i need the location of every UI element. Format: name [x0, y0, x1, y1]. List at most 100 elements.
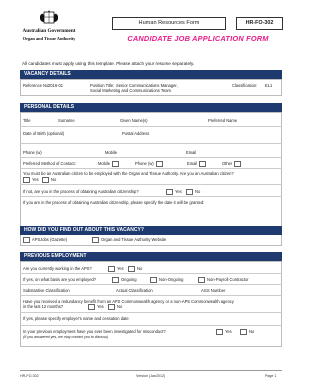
preferred-name-label[interactable]: Preferred Name [208, 118, 237, 123]
section-heading-employment: PREVIOUS EMPLOYMENT [20, 252, 282, 261]
option-label: Yes [175, 189, 182, 195]
citizen-question: You must be an Australian citizen to be … [23, 171, 234, 176]
divider [20, 196, 282, 197]
contact-option-other[interactable]: Other [222, 161, 242, 167]
contact-option-phone[interactable]: Phone (w) [135, 161, 163, 167]
actual-classification-label[interactable]: Actual Classification [116, 288, 153, 293]
misconduct-no[interactable]: No [240, 329, 254, 335]
checkbox[interactable] [166, 189, 173, 195]
checkbox[interactable] [112, 161, 120, 167]
org-line-1: Australian Government [22, 28, 76, 34]
option-ota-website[interactable]: Organ and Tissue Authority Website [92, 237, 166, 243]
misconduct-yes[interactable]: Yes [216, 329, 232, 335]
org-line-2: Organ and Tissue Authority [22, 36, 76, 41]
contact-method-label: Preferred Method of Contact: [23, 161, 76, 166]
process-yes[interactable]: Yes [166, 189, 182, 195]
given-names-label[interactable]: Given Name(s) [120, 118, 148, 123]
citizen-yes[interactable]: Yes [23, 177, 39, 183]
option-label: Ongoing [121, 277, 137, 283]
divider [20, 143, 282, 144]
divider [20, 325, 282, 326]
aps-no[interactable]: No [128, 266, 142, 272]
phone-w-label[interactable]: Phone (w) [23, 150, 42, 155]
option-label: Organ and Tissue Authority Website [101, 237, 167, 243]
redundancy-question-line-2: in the last 12 months? [23, 304, 64, 309]
form-code-box: HR-FO-302 [236, 17, 283, 30]
section-heading-personal: PERSONAL DETAILS [20, 103, 282, 112]
citizenship-date-question: If you are in the process of obtaining A… [23, 200, 205, 205]
checkbox[interactable] [108, 304, 115, 310]
email-label[interactable]: Email [186, 150, 196, 155]
basis-non-ongoing[interactable]: Non-Ongoing [150, 277, 183, 283]
contact-option-email[interactable]: Email [187, 161, 207, 167]
government-logo: Australian Government Organ and Tissue A… [14, 10, 84, 52]
checkbox[interactable] [92, 237, 99, 243]
redundancy-no[interactable]: No [108, 304, 122, 310]
checkbox[interactable] [186, 189, 193, 195]
option-label: Yes [225, 329, 232, 335]
checkbox[interactable] [199, 161, 207, 167]
option-label: Yes [97, 304, 104, 310]
basis-question: If yes, on what basis are you employed? [23, 277, 97, 282]
checkbox[interactable] [155, 161, 163, 167]
footer-form-code: HR-FO-302 [20, 374, 39, 378]
title-label[interactable]: Title [23, 118, 31, 123]
option-label: APSJobs (Gazette) [32, 237, 68, 243]
footer-version: Version (Jan2012) [136, 374, 166, 378]
checkbox[interactable] [240, 329, 247, 335]
checkbox[interactable] [42, 177, 49, 183]
basis-ongoing[interactable]: Ongoing [112, 277, 136, 283]
section-heading-find-out: HOW DID YOU FIND OUT ABOUT THIS VACANCY? [20, 226, 282, 235]
footer-divider [20, 370, 282, 371]
checkbox[interactable] [128, 266, 135, 272]
option-label: Yes [117, 266, 124, 272]
page-title: CANDIDATE JOB APPLICATION FORM [127, 34, 269, 43]
process-no[interactable]: No [186, 189, 200, 195]
checkbox[interactable] [23, 177, 30, 183]
divider [20, 312, 282, 313]
checkbox[interactable] [108, 266, 115, 272]
citizen-no[interactable]: No [42, 177, 56, 183]
classification-label: Classification: [232, 83, 258, 88]
aps-yes[interactable]: Yes [108, 266, 124, 272]
basis-non-payroll[interactable]: Non-Payroll Contractor [198, 277, 249, 283]
redundancy-yes[interactable]: Yes [88, 304, 104, 310]
postal-address-label[interactable]: Postal Address [122, 131, 149, 136]
misconduct-note: (If you answered yes, we may contact you… [23, 335, 109, 339]
checkbox[interactable] [23, 237, 30, 243]
reference-value: 2016-01 [48, 83, 64, 88]
position-value-2: Social Marketing and Communications Team [90, 88, 171, 93]
divider [20, 273, 282, 274]
misconduct-question: In your previous employment have you eve… [23, 329, 166, 334]
surname-label[interactable]: Surname [58, 118, 75, 123]
divider [20, 184, 282, 185]
checkbox[interactable] [112, 277, 119, 283]
divider [20, 284, 282, 285]
checkbox[interactable] [234, 161, 242, 167]
dob-label[interactable]: Date of Birth (optional) [23, 131, 64, 136]
substantive-classification-label[interactable]: Substantive Classification [23, 288, 70, 293]
form-name-box: Human Resources Form [112, 17, 226, 30]
option-apsjobs[interactable]: APSJobs (Gazette) [23, 237, 67, 243]
checkbox[interactable] [150, 277, 157, 283]
checkbox[interactable] [216, 329, 223, 335]
divider [20, 157, 282, 158]
contact-option-mobile[interactable]: Mobile [98, 161, 120, 167]
footer-page-number: Page 1 [265, 374, 277, 378]
checkbox[interactable] [88, 304, 95, 310]
instruction-text: All candidates must apply using this tem… [22, 61, 195, 66]
option-label: Email [187, 161, 198, 167]
form-page: Australian Government Organ and Tissue A… [0, 0, 298, 386]
option-label: Phone (w) [135, 161, 154, 167]
citizenship-process-question: If not, are you in the process of obtain… [23, 189, 139, 194]
option-label: Non-Ongoing [159, 277, 184, 283]
employer-cessation-question: If yes, please specify employer's name a… [23, 316, 129, 321]
option-label: Non-Payroll Contractor [207, 277, 249, 283]
ags-number-label[interactable]: AGS Number [201, 288, 225, 293]
divider [20, 126, 282, 127]
checkbox[interactable] [198, 277, 205, 283]
option-label: Mobile [98, 161, 111, 167]
aps-question: Are you currently working in the APS? [23, 266, 92, 271]
option-label: No [117, 304, 123, 310]
mobile-label[interactable]: Mobile [105, 150, 117, 155]
